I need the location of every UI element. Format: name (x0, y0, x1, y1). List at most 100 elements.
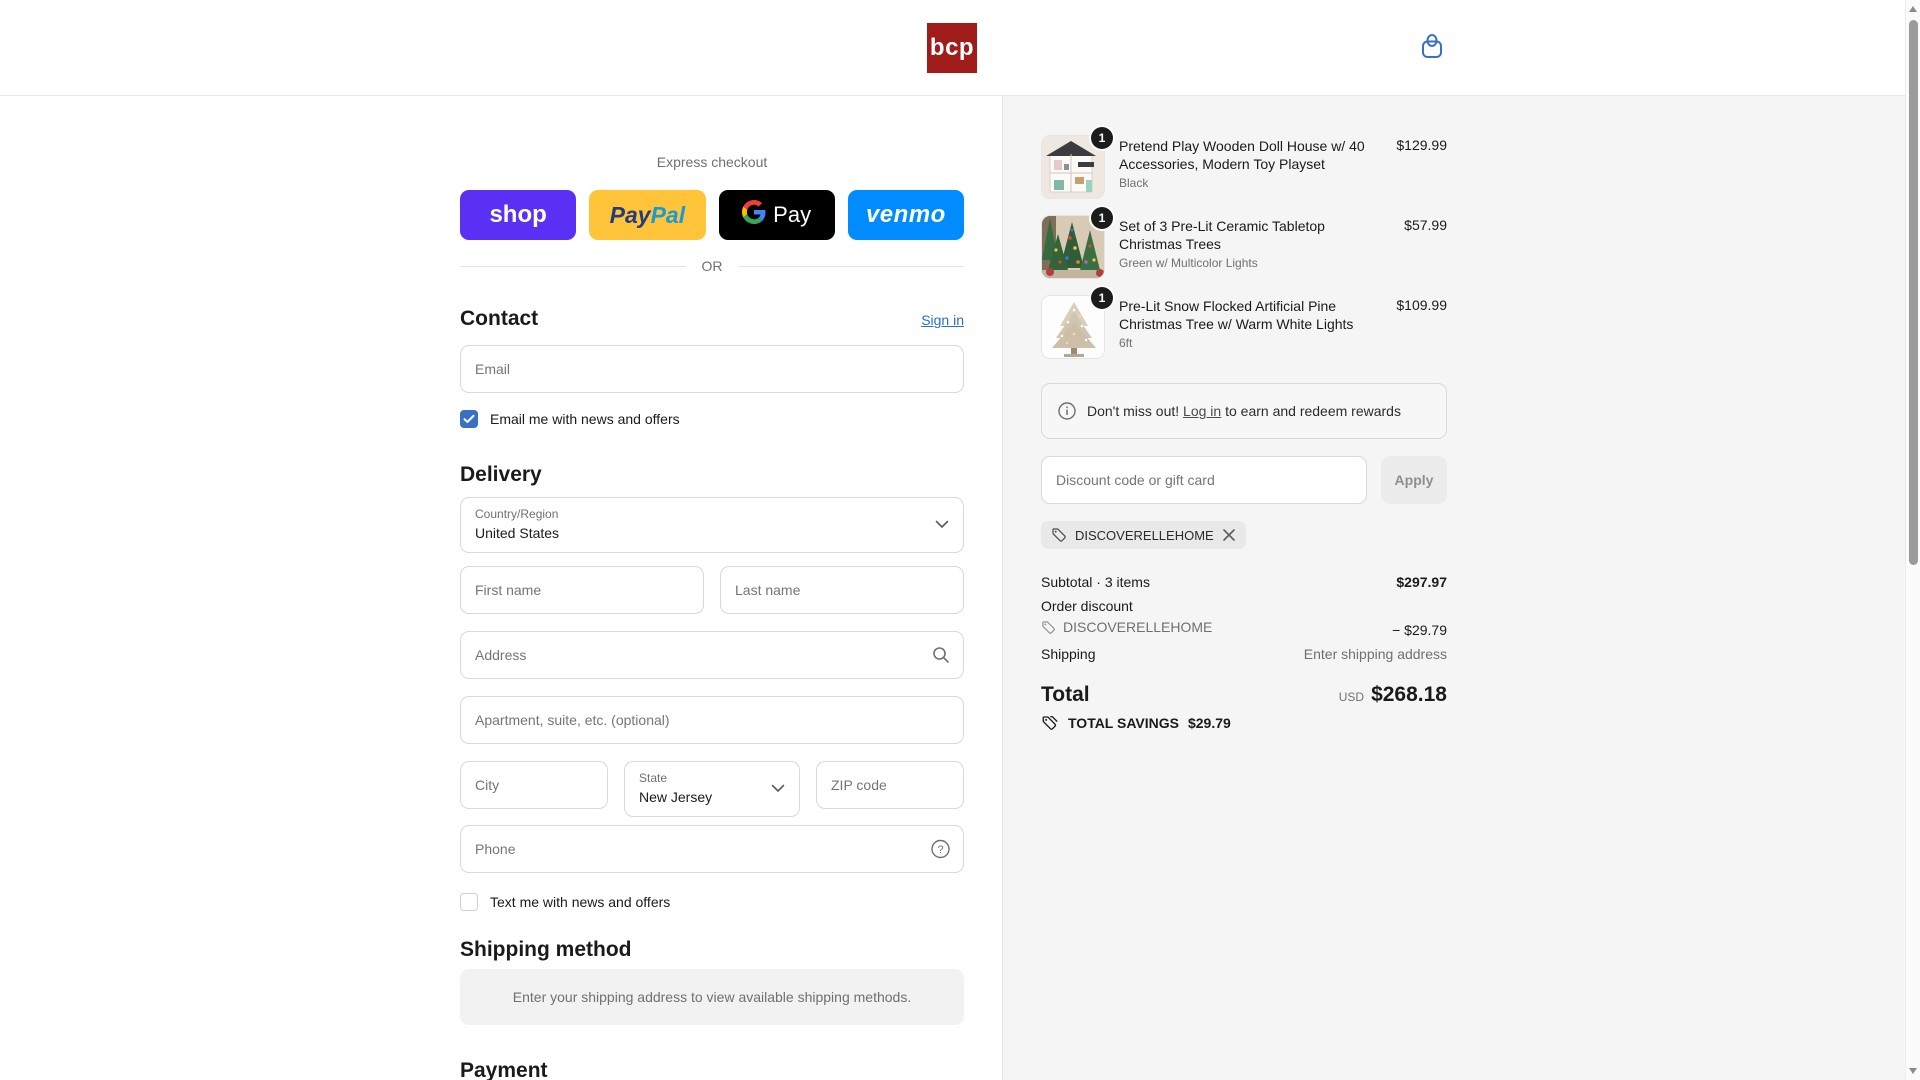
order-discount-row: Order discount (1041, 598, 1447, 614)
zip-field[interactable] (816, 761, 964, 809)
payment-heading: Payment (460, 1059, 548, 1080)
total-row: Total USD $268.18 (1041, 683, 1447, 707)
paypal-button[interactable]: Pay Pal (589, 190, 706, 240)
total-value: $268.18 (1371, 682, 1447, 706)
rewards-banner: Don't miss out! Log in to earn and redee… (1041, 383, 1447, 439)
phone-field[interactable]: ? (460, 825, 964, 873)
item-price: $57.99 (1404, 217, 1447, 233)
cart-item: 1 Set of 3 Pre-Lit Ceramic Tabletop Chri… (1041, 207, 1447, 279)
info-icon (1058, 402, 1076, 420)
applied-code-label: DISCOVERELLEHOME (1075, 527, 1214, 543)
total-savings-row: TOTAL SAVINGS $29.79 (1041, 714, 1447, 732)
shop-pay-button[interactable]: shop (460, 190, 577, 240)
city-field[interactable] (460, 761, 608, 809)
first-name-field[interactable] (460, 566, 704, 614)
search-icon (932, 646, 950, 664)
email-news-label: Email me with news and offers (490, 411, 680, 427)
rewards-text-2: to earn and redeem rewards (1225, 403, 1401, 419)
email-field[interactable] (460, 345, 964, 393)
shipping-method-notice: Enter your shipping address to view avai… (460, 969, 964, 1025)
discount-code-input[interactable] (1042, 457, 1366, 503)
apartment-input[interactable] (461, 697, 963, 743)
order-summary: 1 Pretend Play Wooden Doll House w/ 40 A… (1003, 96, 1905, 1080)
shipping-method-heading: Shipping method (460, 938, 632, 961)
shopping-bag-icon (1416, 31, 1448, 66)
total-label: Total (1041, 682, 1090, 706)
state-label: State (639, 771, 668, 785)
help-icon[interactable]: ? (931, 839, 950, 859)
first-name-input[interactable] (461, 567, 703, 613)
tags-icon (1041, 714, 1059, 732)
check-icon (463, 411, 475, 427)
google-pay-button[interactable]: Pay (718, 190, 835, 240)
state-value: New Jersey (639, 789, 713, 805)
venmo-label: venmo (865, 201, 946, 228)
tag-icon (1051, 527, 1067, 543)
scroll-down-arrow[interactable] (1909, 1068, 1917, 1074)
address-input[interactable] (461, 632, 963, 678)
cart-item: 1 Pretend Play Wooden Doll House w/ 40 A… (1041, 127, 1447, 199)
sms-news-checkbox[interactable] (460, 893, 478, 911)
discount-code-field[interactable] (1041, 456, 1367, 504)
item-title: Pre-Lit Snow Flocked Artificial Pine Chr… (1119, 298, 1354, 332)
subtotal-value: $297.97 (1396, 574, 1447, 590)
discount-code-row: DISCOVERELLEHOME − $29.79 (1041, 619, 1447, 638)
or-divider: OR (460, 257, 964, 275)
item-title: Pretend Play Wooden Doll House w/ 40 Acc… (1119, 138, 1365, 172)
quantity-badge: 1 (1091, 287, 1113, 309)
currency-code: USD (1338, 689, 1365, 704)
state-select[interactable]: State New Jersey (624, 761, 800, 817)
phone-input[interactable] (461, 826, 963, 872)
chevron-down-icon (935, 516, 949, 534)
gpay-label: Pay (773, 202, 812, 227)
brand-logo[interactable]: bcp (927, 23, 977, 73)
item-price: $109.99 (1396, 297, 1447, 313)
apply-discount-button[interactable]: Apply (1381, 456, 1447, 504)
item-variant: Green w/ Multicolor Lights (1119, 256, 1258, 270)
shop-pay-label: shop (489, 201, 547, 228)
quantity-badge: 1 (1091, 207, 1113, 229)
sms-news-label: Text me with news and offers (490, 894, 671, 910)
email-input[interactable] (461, 346, 963, 392)
subtotal-row: Subtotal · 3 items $297.97 (1041, 574, 1447, 590)
applied-discount-chip: DISCOVERELLEHOME (1041, 521, 1246, 549)
shipping-value: Enter shipping address (1303, 645, 1447, 662)
express-checkout-title: Express checkout (656, 154, 768, 170)
checkout-page: bcp Express checkout shop Pay Pal Pay ve… (0, 0, 1905, 1080)
cart-button[interactable] (1412, 28, 1452, 68)
item-price: $129.99 (1396, 137, 1447, 153)
discount-code-label: DISCOVERELLEHOME (1063, 619, 1213, 635)
tag-icon (1041, 620, 1056, 635)
page-scrollbar[interactable] (1905, 0, 1920, 1080)
country-select[interactable]: Country/Region United States (460, 497, 964, 553)
paypal-label: Pay (609, 201, 651, 228)
last-name-field[interactable] (720, 566, 964, 614)
email-news-checkbox[interactable] (460, 410, 478, 428)
item-title: Set of 3 Pre-Lit Ceramic Tabletop Christ… (1119, 218, 1325, 252)
venmo-button[interactable]: venmo (847, 190, 964, 240)
shipping-row: Shipping Enter shipping address (1041, 646, 1447, 662)
zip-input[interactable] (817, 762, 963, 808)
city-input[interactable] (461, 762, 607, 808)
discount-amount: − $29.79 (1392, 621, 1447, 638)
apartment-field[interactable] (460, 696, 964, 744)
contact-heading: Contact (460, 307, 539, 330)
express-checkout-buttons: shop Pay Pal Pay venmo (460, 190, 964, 240)
sign-in-link[interactable]: Sign in (921, 312, 964, 328)
log-in-link[interactable]: Log in (1183, 403, 1221, 419)
quantity-badge: 1 (1091, 127, 1113, 149)
last-name-input[interactable] (721, 567, 963, 613)
order-discount-label: Order discount (1041, 598, 1133, 614)
savings-value: $29.79 (1187, 714, 1231, 731)
scrollbar-thumb[interactable] (1909, 20, 1918, 565)
country-label: Country/Region (475, 507, 559, 521)
scroll-up-arrow[interactable] (1909, 6, 1917, 12)
item-variant: 6ft (1119, 336, 1133, 350)
subtotal-label: Subtotal · 3 items (1041, 574, 1150, 590)
header: bcp (0, 0, 1905, 96)
remove-discount-icon[interactable] (1222, 528, 1236, 542)
checkout-form-column: Express checkout shop Pay Pal Pay venmo … (0, 96, 1003, 1080)
google-g-icon (742, 200, 766, 230)
cart-item: 1 Pre-Lit Snow Flocked Artificial Pine C… (1041, 287, 1447, 359)
address-field[interactable] (460, 631, 964, 679)
